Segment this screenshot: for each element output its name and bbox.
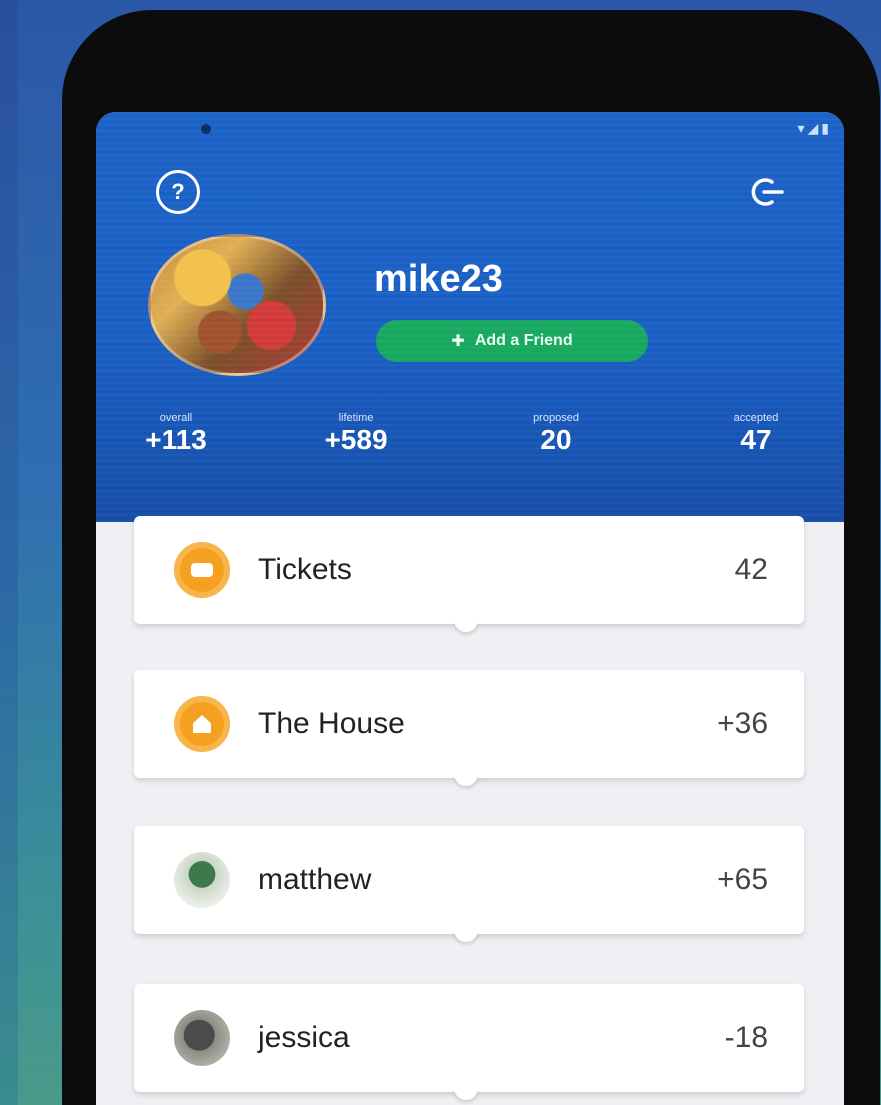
list-item[interactable]: matthew +65: [134, 826, 804, 942]
stat-value: +589: [324, 424, 388, 455]
stat-proposed: proposed 20: [496, 412, 616, 456]
stat-accepted: accepted 47: [696, 412, 816, 456]
card-notch: [454, 620, 478, 632]
list-item-name: jessica: [258, 1021, 350, 1054]
profile-header: ▾◢▮ ? mike23 ✚ Add a Friend overall +113…: [96, 112, 844, 522]
help-icon[interactable]: ?: [156, 170, 200, 214]
house-icon: [174, 696, 230, 752]
stat-lifetime: lifetime +589: [301, 412, 411, 456]
list-item-amount: 42: [734, 553, 768, 586]
status-bar: ▾◢▮: [96, 118, 844, 146]
avatar[interactable]: [148, 234, 326, 376]
stats-row: overall +113 lifetime +589 proposed 20 a…: [96, 412, 844, 482]
avatar-jessica: [174, 1010, 230, 1066]
username: mike23: [374, 258, 503, 300]
add-user-icon: ✚: [451, 333, 465, 350]
avatar-matthew: [174, 852, 230, 908]
stat-value: 20: [540, 424, 572, 455]
list-item-name: The House: [258, 707, 405, 740]
app-screen: ▾◢▮ ? mike23 ✚ Add a Friend overall +113…: [96, 112, 844, 1105]
list-item[interactable]: Tickets 42: [134, 516, 804, 632]
camera-dot: [201, 124, 211, 134]
stat-label: overall: [159, 412, 193, 424]
list-item-amount: -18: [724, 1021, 768, 1054]
list-item-name: Tickets: [258, 553, 352, 586]
list-item[interactable]: jessica -18: [134, 984, 804, 1100]
ticket-icon: [174, 542, 230, 598]
status-icons: ▾◢▮: [797, 120, 832, 136]
logout-icon[interactable]: [746, 170, 790, 214]
background-left: [0, 0, 18, 1105]
stat-value: 47: [740, 424, 772, 455]
card-notch: [454, 774, 478, 786]
stat-label: accepted: [733, 412, 779, 424]
stat-value: +113: [145, 424, 207, 455]
stat-overall: overall +113: [126, 412, 226, 456]
card-notch: [454, 930, 478, 942]
add-friend-button[interactable]: ✚ Add a Friend: [376, 320, 648, 362]
stat-label: proposed: [533, 412, 579, 424]
list-item-name: matthew: [258, 863, 372, 896]
list-item[interactable]: The House +36: [134, 670, 804, 786]
add-friend-label: Add a Friend: [474, 332, 573, 349]
card-notch: [454, 1088, 478, 1100]
stat-label: lifetime: [338, 412, 374, 424]
list-item-amount: +36: [717, 707, 768, 740]
list-item-amount: +65: [717, 863, 768, 896]
